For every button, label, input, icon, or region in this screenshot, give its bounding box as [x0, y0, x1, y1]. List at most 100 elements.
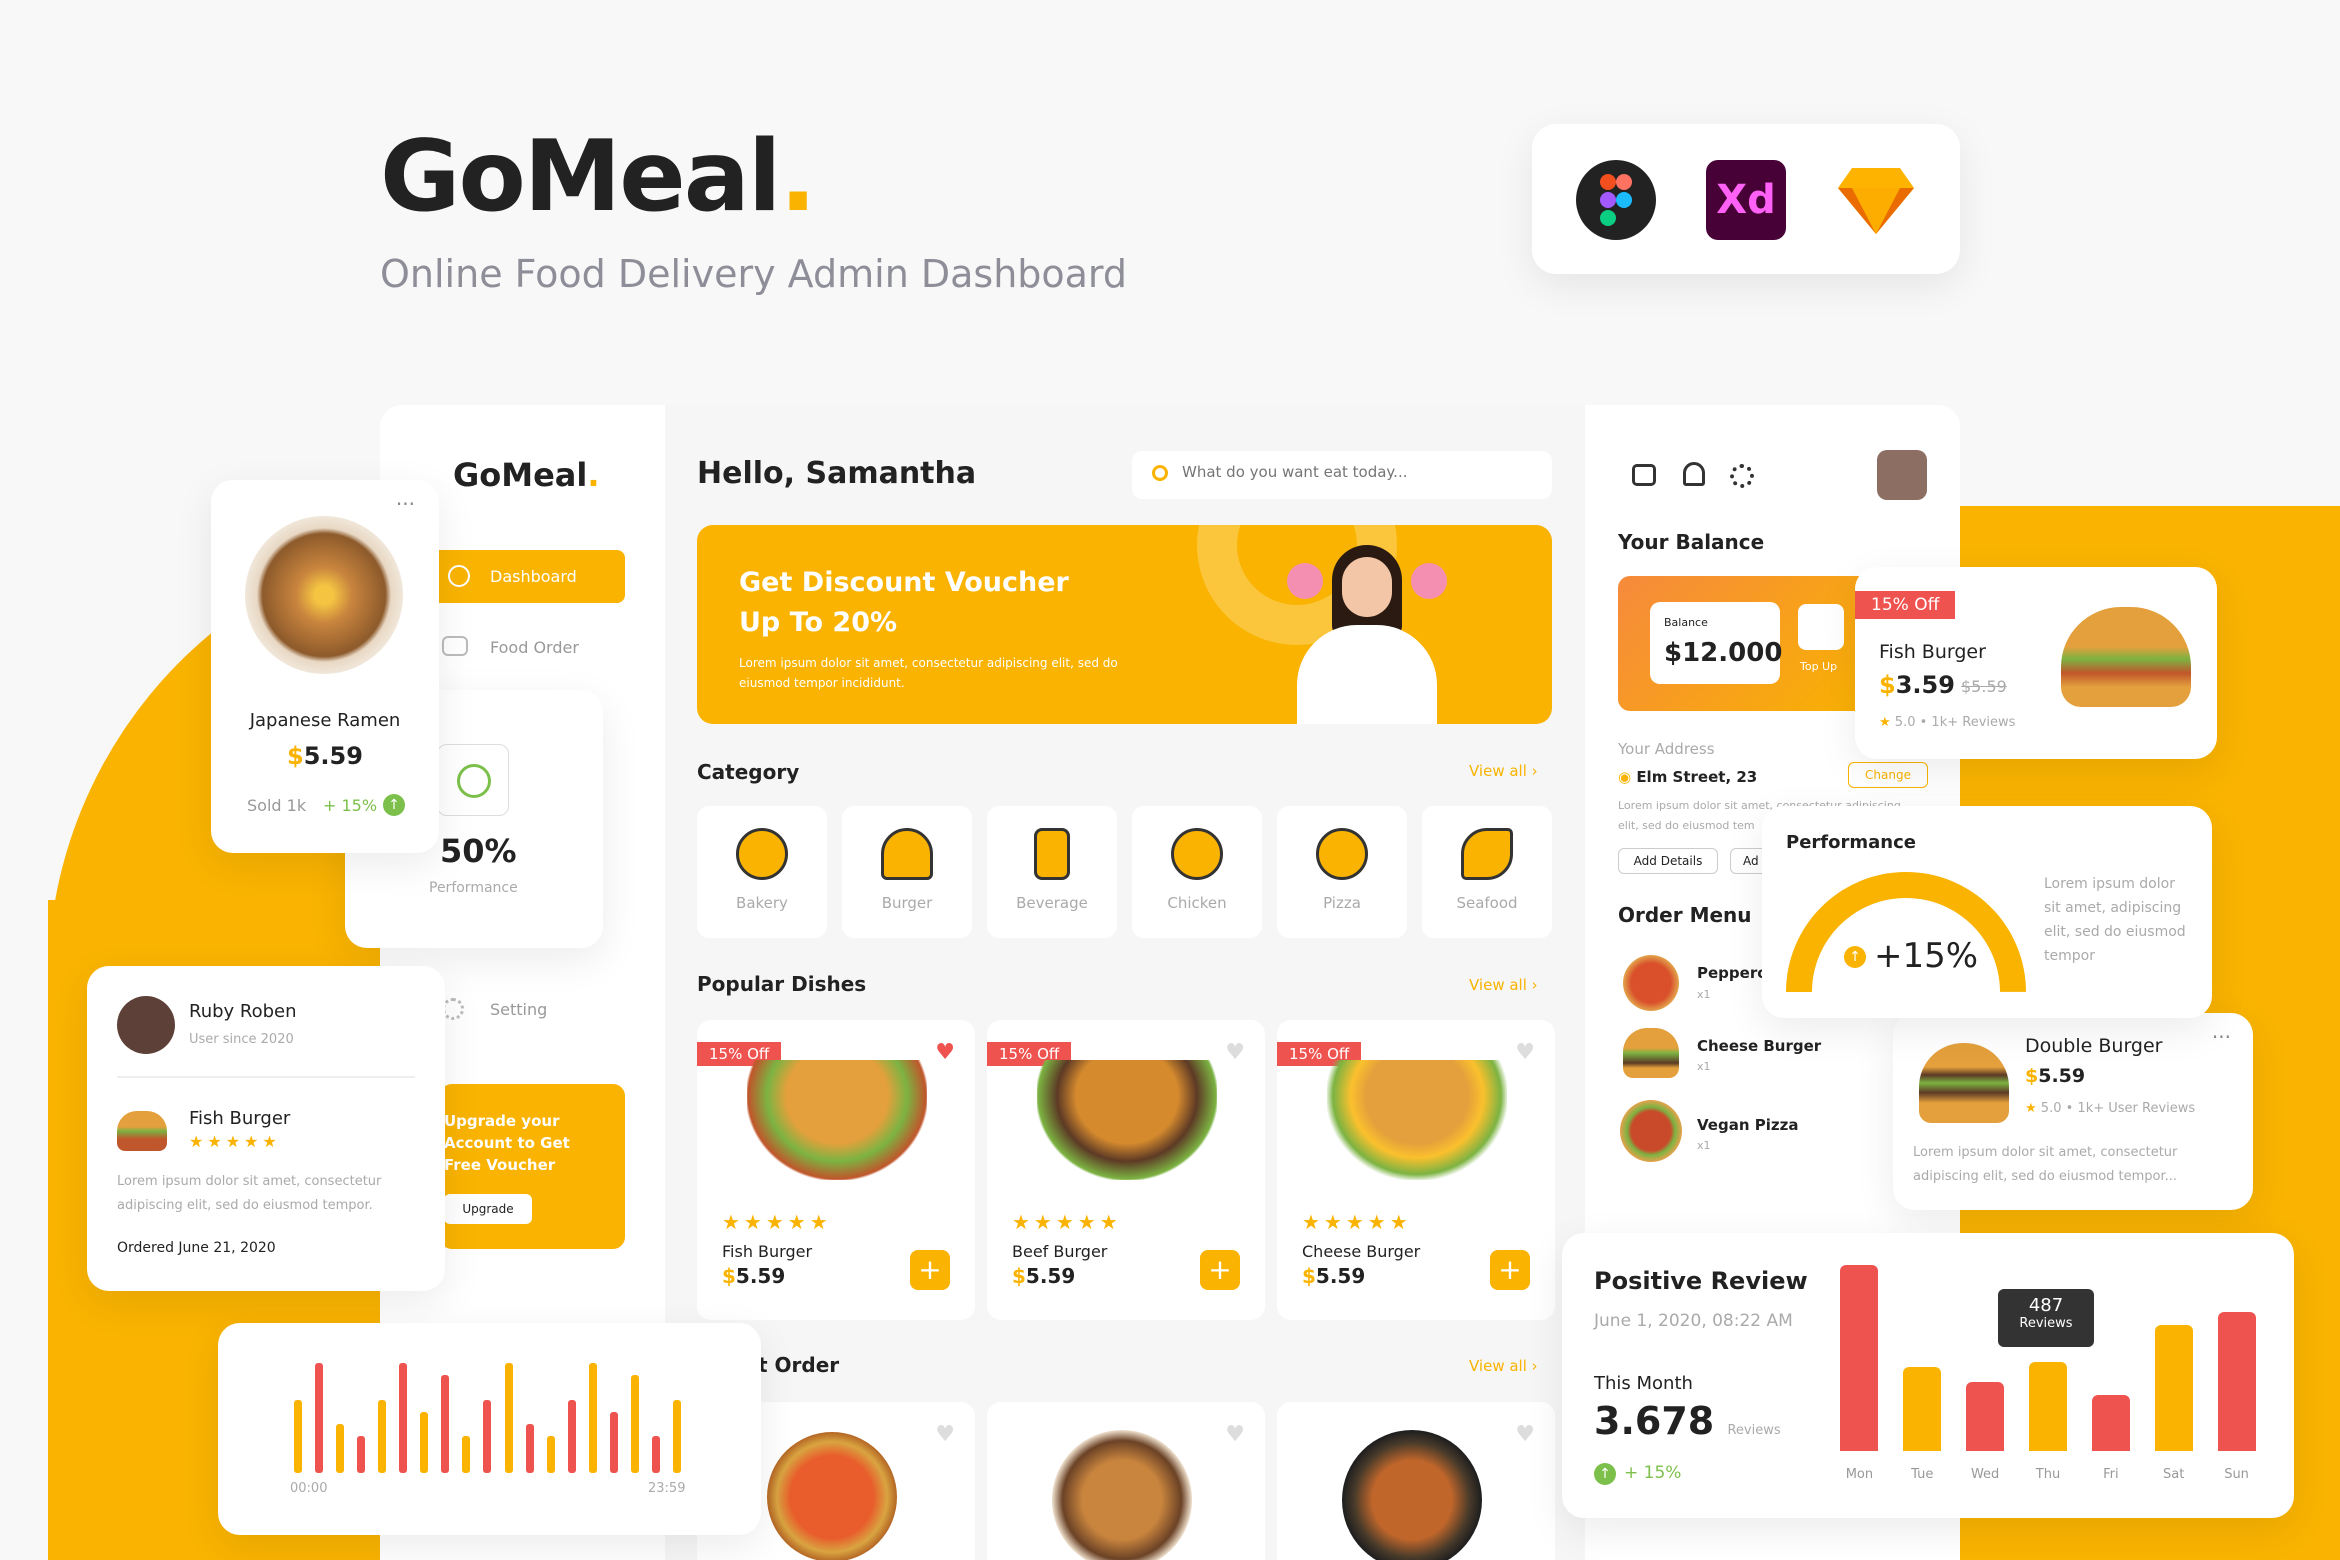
category-beverage[interactable]: Beverage: [987, 806, 1117, 938]
burger-thumb: [117, 1111, 167, 1151]
ramen-price: $5.59: [287, 742, 363, 770]
time-bar: [357, 1436, 366, 1473]
category-bakery[interactable]: Bakery: [697, 806, 827, 938]
dish-card-cheese-burger[interactable]: 15% Off ♥ ★★★★★ Cheese Burger $5.59 +: [1277, 1020, 1555, 1320]
category-pizza[interactable]: Pizza: [1277, 806, 1407, 938]
category-view-all[interactable]: View all ›: [1469, 762, 1538, 780]
time-bar: [630, 1375, 639, 1473]
balance-card: Balance $12.000 Top Up: [1618, 576, 1878, 711]
upgrade-button[interactable]: Upgrade: [444, 1194, 532, 1224]
review-bar-sun[interactable]: [2217, 1311, 2256, 1451]
time-bar: [525, 1424, 534, 1473]
pizza-icon: [1316, 828, 1368, 880]
review-bar-tue[interactable]: [1903, 1367, 1942, 1451]
recent-view-all[interactable]: View all ›: [1469, 1357, 1538, 1375]
heart-icon[interactable]: ♥: [1515, 1422, 1535, 1447]
popular-title: Popular Dishes: [697, 972, 867, 996]
upgrade-text: Upgrade your Account to Get Free Voucher: [444, 1112, 570, 1174]
more-options-icon[interactable]: ···: [2212, 1025, 2231, 1049]
x-end-label: 23:59: [648, 1481, 686, 1496]
time-bar: [420, 1411, 429, 1473]
time-bar: [504, 1363, 513, 1473]
order-item-qty: x1: [1697, 1060, 1711, 1073]
search-bar[interactable]: [1132, 451, 1552, 499]
double-burger-card[interactable]: ··· Double Burger $5.59 ★ 5.0 • 1k+ User…: [1893, 1013, 2253, 1210]
category-burger[interactable]: Burger: [842, 806, 972, 938]
popular-view-all[interactable]: View all ›: [1469, 976, 1538, 994]
double-burger-body: Lorem ipsum dolor sit amet, consectetur …: [1913, 1145, 2178, 1184]
sidebar-item-setting[interactable]: Setting: [490, 1000, 547, 1019]
divider: [117, 1076, 415, 1078]
sidebar-item-food-order[interactable]: Food Order: [490, 638, 579, 657]
balance-label: Balance: [1664, 616, 1708, 629]
heart-icon[interactable]: ♥: [935, 1422, 955, 1447]
dish-price: $5.59: [722, 1264, 786, 1288]
burger-image: [1919, 1043, 2009, 1123]
discount-badge: 15% Off: [1855, 591, 1956, 619]
order-item-name: Pepperoni: [1697, 964, 1767, 982]
review-date: Ordered June 21, 2020: [117, 1240, 276, 1256]
fish-burger-card[interactable]: 15% Off Fish Burger $3.59 $5.59 ★ 5.0 • …: [1855, 567, 2217, 759]
performance-value: 50%: [440, 832, 517, 870]
add-to-cart-button[interactable]: +: [910, 1250, 950, 1290]
day-label: Sun: [2224, 1467, 2249, 1482]
recent-card-ramen[interactable]: ♥: [987, 1402, 1265, 1560]
time-bar: [336, 1424, 345, 1473]
address-value: ◉ Elm Street, 23: [1618, 768, 1758, 786]
dish-card-beef-burger[interactable]: 15% Off ♥ ★★★★★ Beef Burger $5.59 +: [987, 1020, 1265, 1320]
day-label: Mon: [1845, 1467, 1874, 1482]
discount-banner[interactable]: Get Discount Voucher Up To 20% Lorem ipsu…: [697, 525, 1552, 724]
ramen-growth: + 15%: [323, 796, 378, 815]
address-title: Your Address: [1618, 740, 1715, 758]
more-options-icon[interactable]: ···: [396, 492, 415, 516]
scooter-icon: [442, 636, 468, 656]
add-details-button[interactable]: Add Details: [1618, 848, 1718, 874]
review-bar-thu[interactable]: [2029, 1361, 2067, 1451]
heart-icon[interactable]: ♥: [1515, 1040, 1535, 1065]
search-input[interactable]: [1182, 463, 1522, 481]
sidebar-item-dashboard[interactable]: Dashboard: [430, 550, 625, 603]
month-label: This Month: [1594, 1373, 1693, 1394]
tooltip: 487 Reviews: [1998, 1289, 2094, 1347]
heart-icon[interactable]: ♥: [1225, 1422, 1245, 1447]
time-bar: [546, 1436, 555, 1473]
heart-icon[interactable]: ♥: [1225, 1040, 1245, 1065]
category-chicken[interactable]: Chicken: [1132, 806, 1262, 938]
category-title: Category: [697, 760, 800, 784]
review-body: Lorem ipsum dolor sit amet, consectetur …: [117, 1174, 382, 1213]
avatar[interactable]: [1877, 450, 1927, 500]
day-label: Thu: [2035, 1467, 2061, 1482]
wallet-icon[interactable]: [1632, 464, 1656, 486]
ramen-card[interactable]: ··· Japanese Ramen $5.59 Sold 1k + 15% ↑: [211, 480, 439, 853]
heart-icon[interactable]: ♥: [935, 1040, 955, 1065]
order-item-name: Vegan Pizza: [1697, 1116, 1799, 1134]
add-to-cart-button[interactable]: +: [1200, 1250, 1240, 1290]
review-count: 3.678 Reviews: [1594, 1399, 1781, 1443]
top-up-button[interactable]: [1798, 604, 1844, 650]
double-burger-name: Double Burger: [2025, 1035, 2163, 1057]
gear-icon: [442, 998, 464, 1020]
tool-badges: Xd: [1532, 124, 1960, 274]
recent-card-stirfry[interactable]: ♥: [1277, 1402, 1555, 1560]
time-bar: [588, 1363, 597, 1473]
time-bar: [609, 1411, 618, 1473]
time-bar: [441, 1375, 450, 1473]
dish-card-fish-burger[interactable]: 15% Off ♥ ★★★★★ Fish Burger $5.59 +: [697, 1020, 975, 1320]
time-bar: [399, 1363, 408, 1473]
add-to-cart-button[interactable]: +: [1490, 1250, 1530, 1290]
user-review-card: Ruby Roben User since 2020 Fish Burger ★…: [87, 966, 445, 1291]
change-address-button[interactable]: Change: [1848, 762, 1928, 788]
review-bar-sat[interactable]: [2154, 1324, 2193, 1451]
review-bar-mon[interactable]: [1840, 1265, 1879, 1451]
recent-order-title: t Order: [758, 1353, 840, 1377]
category-seafood[interactable]: Seafood: [1422, 806, 1552, 938]
rating-stars: ★★★★★: [1302, 1210, 1412, 1234]
review-bar-wed[interactable]: [1966, 1382, 2005, 1451]
day-label: Wed: [1970, 1467, 2000, 1482]
burger-image: [1037, 1060, 1217, 1180]
bell-icon[interactable]: [1683, 462, 1705, 486]
settings-icon[interactable]: [1730, 464, 1754, 488]
review-bar-fri[interactable]: [2091, 1395, 2130, 1451]
user-avatar: [117, 996, 175, 1054]
sketch-icon: [1836, 160, 1916, 240]
